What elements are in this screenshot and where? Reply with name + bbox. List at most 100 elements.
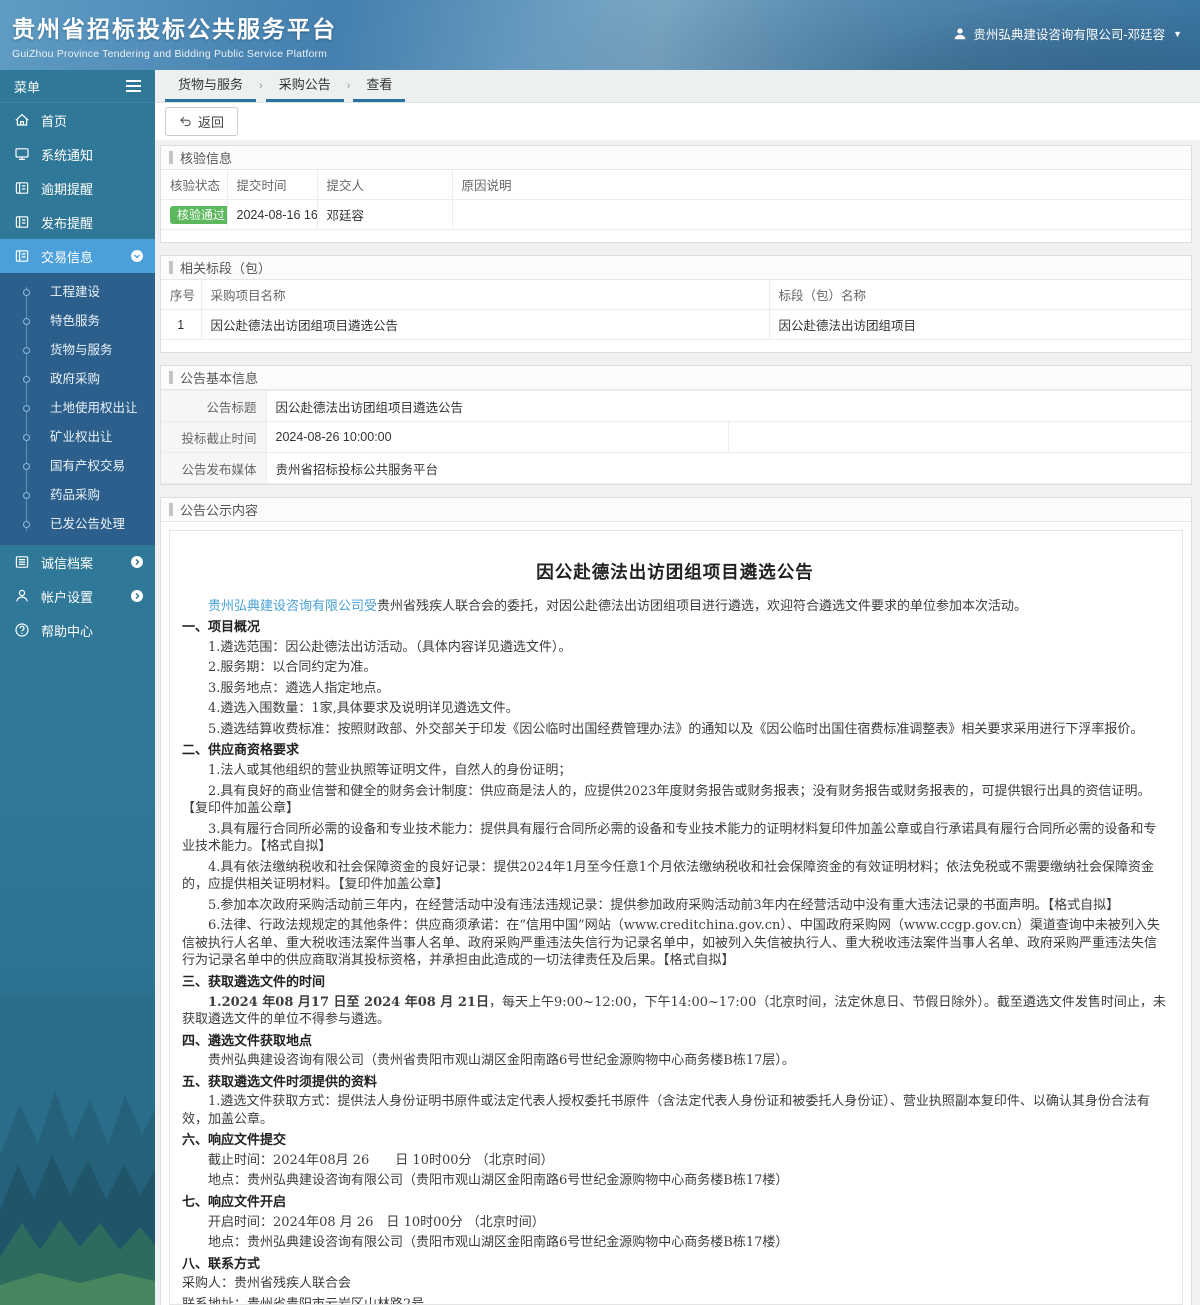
doc-paragraph: 采购人：贵州省残疾人联合会 (182, 1276, 352, 1292)
table-row: 投标截止时间 2024-08-26 10:00:00 (161, 421, 1191, 453)
chevron-right-circle-icon (131, 556, 143, 568)
doc-heading: 四、遴选文件获取地点 (182, 1032, 313, 1048)
table-row: 公告标题 因公赴德法出访团组项目遴选公告 (161, 390, 1191, 422)
doc-heading: 八、联系方式 (182, 1255, 261, 1271)
doc-paragraph: 联系地址：贵州省贵阳市云岩区山林路2号 (182, 1296, 425, 1305)
panel-notice-content: 公告公示内容 因公赴德法出访团组项目遴选公告 贵州弘典建设咨询有限公司受贵州省残… (160, 497, 1192, 1305)
toolbar: 返回 (155, 103, 1200, 140)
doc-paragraph: 5.参加本次政府采购活动前三年内，在经营活动中没有违法违规记录：提供参加政府采购… (208, 897, 1120, 913)
sidebar-subitem-published-announcements[interactable]: 已发公告处理 (0, 510, 155, 539)
doc-paragraph: 2.服务期：以合同约定为准。 (208, 660, 377, 676)
doc-heading: 三、获取遴选文件的时间 (182, 974, 326, 990)
section-marker (169, 503, 173, 516)
brand: 贵州省招标投标公共服务平台 GuiZhou Province Tendering… (12, 10, 337, 60)
sidebar-subitem-state-property-trade[interactable]: 国有产权交易 (0, 452, 155, 481)
chevron-down-icon: ▼ (1173, 28, 1182, 39)
sidebar-item-label: 帐户设置 (41, 589, 94, 605)
sidebar-item-label: 系统通知 (41, 147, 94, 163)
table-header-row: 序号 采购项目名称 标段（包）名称 (161, 280, 1191, 310)
field-label: 投标截止时间 (161, 421, 267, 453)
sidebar-item-account-settings[interactable]: 帐户设置 (0, 579, 155, 613)
agency-link[interactable]: 贵州弘典建设咨询有限公司受 (208, 599, 377, 614)
doc-intro-text: 贵州省残疾人联合会的委托，对因公赴德法出访团组项目进行遴选，欢迎符合遴选文件要求… (377, 598, 1028, 614)
section-marker (169, 261, 173, 274)
doc-paragraph: 开启时间：2024年08 月 26 日 10时00分 （北京时间） (208, 1214, 545, 1230)
doc-paragraph: 1.遴选范围：因公赴德法出访活动。（具体内容详见遴选文件）。 (208, 639, 572, 655)
sidebar-item-integrity-archive[interactable]: 诚信档案 (0, 545, 155, 579)
sidebar-item-home[interactable]: 首页 (0, 103, 155, 137)
table-row: 1 因公赴德法出访团组项目遴选公告 因公赴德法出访团组项目 (161, 309, 1191, 340)
doc-heading: 五、获取遴选文件时须提供的资料 (182, 1073, 378, 1089)
column-header: 核验状态 (161, 170, 228, 200)
monitor-icon (15, 148, 29, 160)
section-title: 核验信息 (180, 151, 233, 166)
back-icon (180, 116, 191, 127)
menu-label: 菜单 (14, 79, 41, 95)
back-label: 返回 (198, 115, 225, 130)
table-row: 核验通过 2024-08-16 16:53 邓廷容 (161, 199, 1191, 230)
sidebar-subitem-government-procurement[interactable]: 政府采购 (0, 365, 155, 394)
column-header: 提交人 (316, 170, 453, 200)
doc-paragraph: 3.服务地点：遴选人指定地点。 (208, 680, 390, 696)
app-header: 贵州省招标投标公共服务平台 GuiZhou Province Tendering… (0, 0, 1200, 70)
doc-intro: 贵州弘典建设咨询有限公司受贵州省残疾人联合会的委托，对因公赴德法出访团组项目进行… (182, 598, 1168, 616)
deadline-value: 2024-08-26 10:00:00 (265, 421, 729, 453)
section-marker (169, 151, 173, 164)
sidebar-subitem-goods-services[interactable]: 货物与服务 (0, 336, 155, 365)
page: 贵州省招标投标公共服务平台 GuiZhou Province Tendering… (0, 0, 1200, 1305)
sidebar-subitem-mining-rights[interactable]: 矿业权出让 (0, 423, 155, 452)
sidebar-item-publish-reminder[interactable]: 发布提醒 (0, 205, 155, 239)
table-row: 公告发布媒体 贵州省招标投标公共服务平台 (161, 452, 1191, 484)
project-name: 因公赴德法出访团组项目遴选公告 (200, 309, 770, 340)
back-button[interactable]: 返回 (165, 107, 239, 136)
column-header: 提交时间 (226, 170, 318, 200)
doc-heading: 二、供应商资格要求 (182, 742, 300, 758)
doc-blocks: 一、项目概况 1.遴选范围：因公赴德法出访活动。（具体内容详见遴选文件）。 2.服务… (182, 618, 1168, 1305)
breadcrumb-item-goods-services[interactable]: 货物与服务 (165, 70, 257, 102)
file-icon (15, 182, 29, 194)
sidebar-header: 菜单 (0, 70, 155, 103)
sidebar-submenu: 工程建设 特色服务 货物与服务 政府采购 土地使用权出让 矿业权出让 国有产权交… (0, 273, 155, 545)
app-title: 贵州省招标投标公共服务平台 (12, 16, 337, 42)
doc-heading: 六、响应文件提交 (182, 1132, 287, 1148)
sidebar-item-help-center[interactable]: 帮助中心 (0, 613, 155, 647)
panel-basic-info: 公告基本信息 公告标题 因公赴德法出访团组项目遴选公告 投标截止时间 2024-… (160, 365, 1192, 485)
breadcrumb: 货物与服务 › 采购公告 › 查看 (155, 70, 1200, 103)
sidebar-subitem-project-construction[interactable]: 工程建设 (0, 278, 155, 307)
sidebar-item-label: 帮助中心 (41, 623, 94, 639)
breadcrumb-item-procurement-notice[interactable]: 采购公告 (265, 70, 344, 102)
publish-media-value: 贵州省招标投标公共服务平台 (265, 452, 1191, 484)
doc-paragraph: 6.法律、行政法规规定的其他条件：供应商须承诺：在“信用中国”网站（www.cr… (182, 918, 1160, 969)
user-name: 贵州弘典建设咨询有限公司-邓廷容 (973, 28, 1166, 42)
sidebar-item-overdue-reminder[interactable]: 逾期提醒 (0, 171, 155, 205)
basic-info-table: 公告标题 因公赴德法出访团组项目遴选公告 投标截止时间 2024-08-26 1… (161, 390, 1191, 484)
doc-paragraph: 2.具有良好的商业信誉和健全的财务会计制度：供应商是法人的，应提供2023年度财… (182, 783, 1151, 817)
submitter: 邓廷容 (316, 199, 453, 230)
hamburger-icon[interactable] (126, 79, 141, 93)
verification-table: 核验状态 提交时间 提交人 原因说明 核验通过 2024-08-16 16:53… (161, 170, 1191, 230)
doc-heading: 一、项目概况 (182, 619, 261, 635)
doc-paragraph: 1.遴选文件获取方式：提供法人身份证明书原件或法定代表人授权委托书原件（含法定代… (182, 1094, 1150, 1127)
reason (451, 199, 1191, 230)
doc-paragraph: 3.具有履行合同所必需的设备和专业技术能力：提供具有履行合同所必需的设备和专业技… (182, 821, 1157, 855)
sidebar-item-system-notice[interactable]: 系统通知 (0, 137, 155, 171)
breadcrumb-separator: › (259, 80, 263, 92)
notice-title-value: 因公赴德法出访团组项目遴选公告 (265, 390, 1191, 422)
user-menu[interactable]: 贵州弘典建设咨询有限公司-邓廷容 ▼ (953, 24, 1182, 43)
doc-paragraph: 5.遴选结算收费标准：按照财政部、外交部关于印发《因公临时出国经费管理办法》的通… (208, 721, 1144, 737)
sidebar-mountain-art (0, 995, 155, 1305)
sidebar-subitem-land-use-rights[interactable]: 土地使用权出让 (0, 394, 155, 423)
sidebar-subitem-drug-procurement[interactable]: 药品采购 (0, 481, 155, 510)
field-label: 公告标题 (161, 390, 267, 422)
doc-paragraph: 地点：贵州弘典建设咨询有限公司（贵阳市观山湖区金阳南路6号世纪金源购物中心商务楼… (208, 1235, 789, 1251)
sidebar-subitem-special-services[interactable]: 特色服务 (0, 307, 155, 336)
lot-name: 因公赴德法出访团组项目 (768, 309, 1191, 340)
sidebar: 菜单 首页 系统通知 逾期提醒 发布提醒 交易信息 工程建设 特色服务 货物与服… (0, 70, 155, 1305)
doc-paragraph: 1.法人或其他组织的营业执照等证明文件，自然人的身份证明； (208, 763, 572, 778)
home-icon (15, 113, 29, 126)
column-header: 标段（包）名称 (768, 280, 1191, 310)
column-header: 原因说明 (451, 170, 1191, 200)
sidebar-item-trade-info[interactable]: 交易信息 (0, 239, 155, 273)
sidebar-item-label: 发布提醒 (41, 215, 94, 231)
breadcrumb-item-view[interactable]: 查看 (353, 70, 406, 102)
